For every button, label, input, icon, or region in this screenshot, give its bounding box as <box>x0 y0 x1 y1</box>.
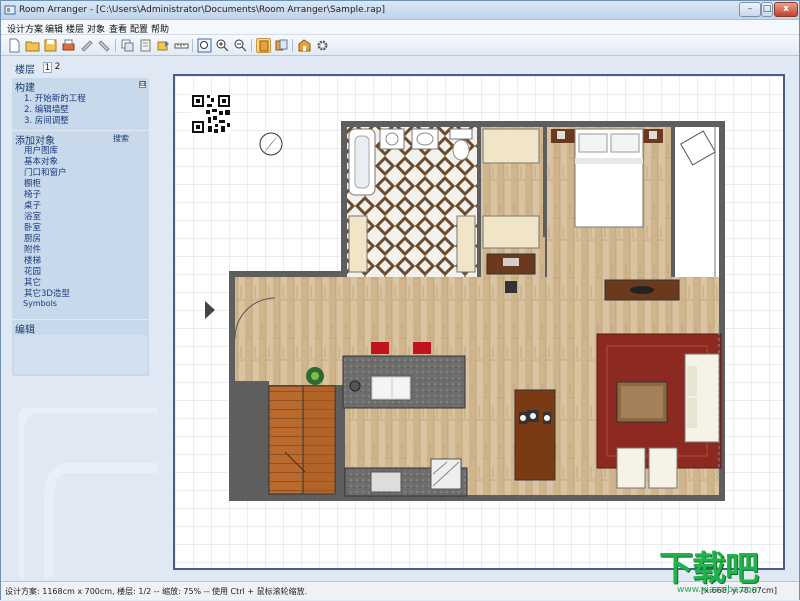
undo-icon[interactable] <box>79 38 94 53</box>
menu-config[interactable]: 配置 <box>130 22 148 35</box>
open-folder-icon[interactable] <box>25 38 40 53</box>
minimize-button[interactable]: – <box>739 2 761 17</box>
watermark-main: 下载吧 <box>659 549 759 589</box>
new-file-icon[interactable] <box>7 38 22 53</box>
maximize-button[interactable]: □ <box>761 2 773 17</box>
build-step-room-adjust[interactable]: 3. 房间调整 <box>24 114 69 126</box>
design-area <box>159 56 799 581</box>
watermark-logo: 下载吧 www.xiazaiba.com <box>659 541 799 601</box>
menu-help[interactable]: 帮助 <box>151 22 169 35</box>
menu-view[interactable]: 查看 <box>109 22 127 35</box>
edit-panel-body <box>14 335 147 374</box>
add-objects-panel: 添加对象 搜索 用户图库 基本对象 门口和窗户 橱柜 椅子 桌子 浴室 卧室 厨… <box>12 131 149 319</box>
floors-label: 楼层 <box>15 65 35 76</box>
app-window: Room Arranger - [C:\Users\Administrator\… <box>0 0 800 600</box>
redo-icon[interactable] <box>97 38 112 53</box>
qr-code <box>191 94 231 134</box>
app-icon <box>4 5 16 15</box>
view-3d-icon[interactable] <box>297 38 312 53</box>
save-icon[interactable] <box>43 38 58 53</box>
maximize-icon: □ <box>762 4 772 14</box>
view-2d-icon[interactable] <box>256 38 271 53</box>
staircase <box>268 385 336 495</box>
toolbar-separator <box>192 39 193 52</box>
living-room-set <box>596 333 722 489</box>
plant-icon <box>306 367 324 385</box>
window-title: Room Arranger - [C:\Users\Administrator\… <box>19 5 385 15</box>
measure-icon[interactable] <box>174 38 189 53</box>
zoom-out-icon[interactable] <box>233 38 248 53</box>
status-text: 设计方案: 1168cm x 700cm, 楼层: 1/2 -- 缩放: 75%… <box>5 587 308 596</box>
close-icon: x <box>783 4 789 14</box>
object-category[interactable]: Symbols <box>23 299 57 308</box>
zoom-fit-icon[interactable] <box>197 38 212 53</box>
export-icon[interactable] <box>156 38 171 53</box>
menu-object[interactable]: 对象 <box>87 22 105 35</box>
entry-floor <box>235 277 345 383</box>
build-panel: 构建 ⊟ 1. 开始新的工程 2. 编辑墙壁 3. 房间调整 <box>12 78 149 130</box>
minimize-icon: – <box>747 4 753 14</box>
floor-plan-canvas[interactable] <box>173 74 785 570</box>
sidebar-decoration <box>19 408 157 578</box>
floor-plan <box>175 76 783 568</box>
menu-bar: 设计方案 编辑 楼层 对象 查看 配置 帮助 <box>1 20 799 35</box>
dining-table <box>514 389 556 481</box>
zoom-in-icon[interactable] <box>215 38 230 53</box>
object-category[interactable]: 其它3D造型 <box>24 287 70 299</box>
settings-gear-icon[interactable] <box>315 38 330 53</box>
edit-panel-title: 编辑 <box>15 325 35 336</box>
toolbar <box>1 35 799 56</box>
paste-icon[interactable] <box>138 38 153 53</box>
print-icon[interactable] <box>61 38 76 53</box>
watermark-url: www.xiazaiba.com <box>677 585 761 595</box>
floor-tab-2[interactable]: 2 <box>53 62 62 73</box>
view-pages-icon[interactable] <box>274 38 289 53</box>
sidebar: 楼层 1 2 构建 ⊟ 1. 开始新的工程 2. 编辑墙壁 3. 房间调整 添加… <box>1 56 157 581</box>
close-button[interactable]: x <box>774 2 798 17</box>
edit-panel: 编辑 <box>12 320 149 376</box>
menu-design[interactable]: 设计方案 <box>7 22 43 35</box>
menu-edit[interactable]: 编辑 <box>45 22 63 35</box>
title-bar[interactable]: Room Arranger - [C:\Users\Administrator\… <box>1 1 799 20</box>
toolbar-separator <box>251 39 252 52</box>
copy-icon[interactable] <box>120 38 135 53</box>
toolbar-separator <box>115 39 116 52</box>
toolbar-separator <box>292 39 293 52</box>
floor-tab-1[interactable]: 1 <box>43 62 52 73</box>
menu-floor[interactable]: 楼层 <box>66 22 84 35</box>
object-search-link[interactable]: 搜索 <box>113 133 129 144</box>
collapse-icon[interactable]: ⊟ <box>139 81 146 88</box>
